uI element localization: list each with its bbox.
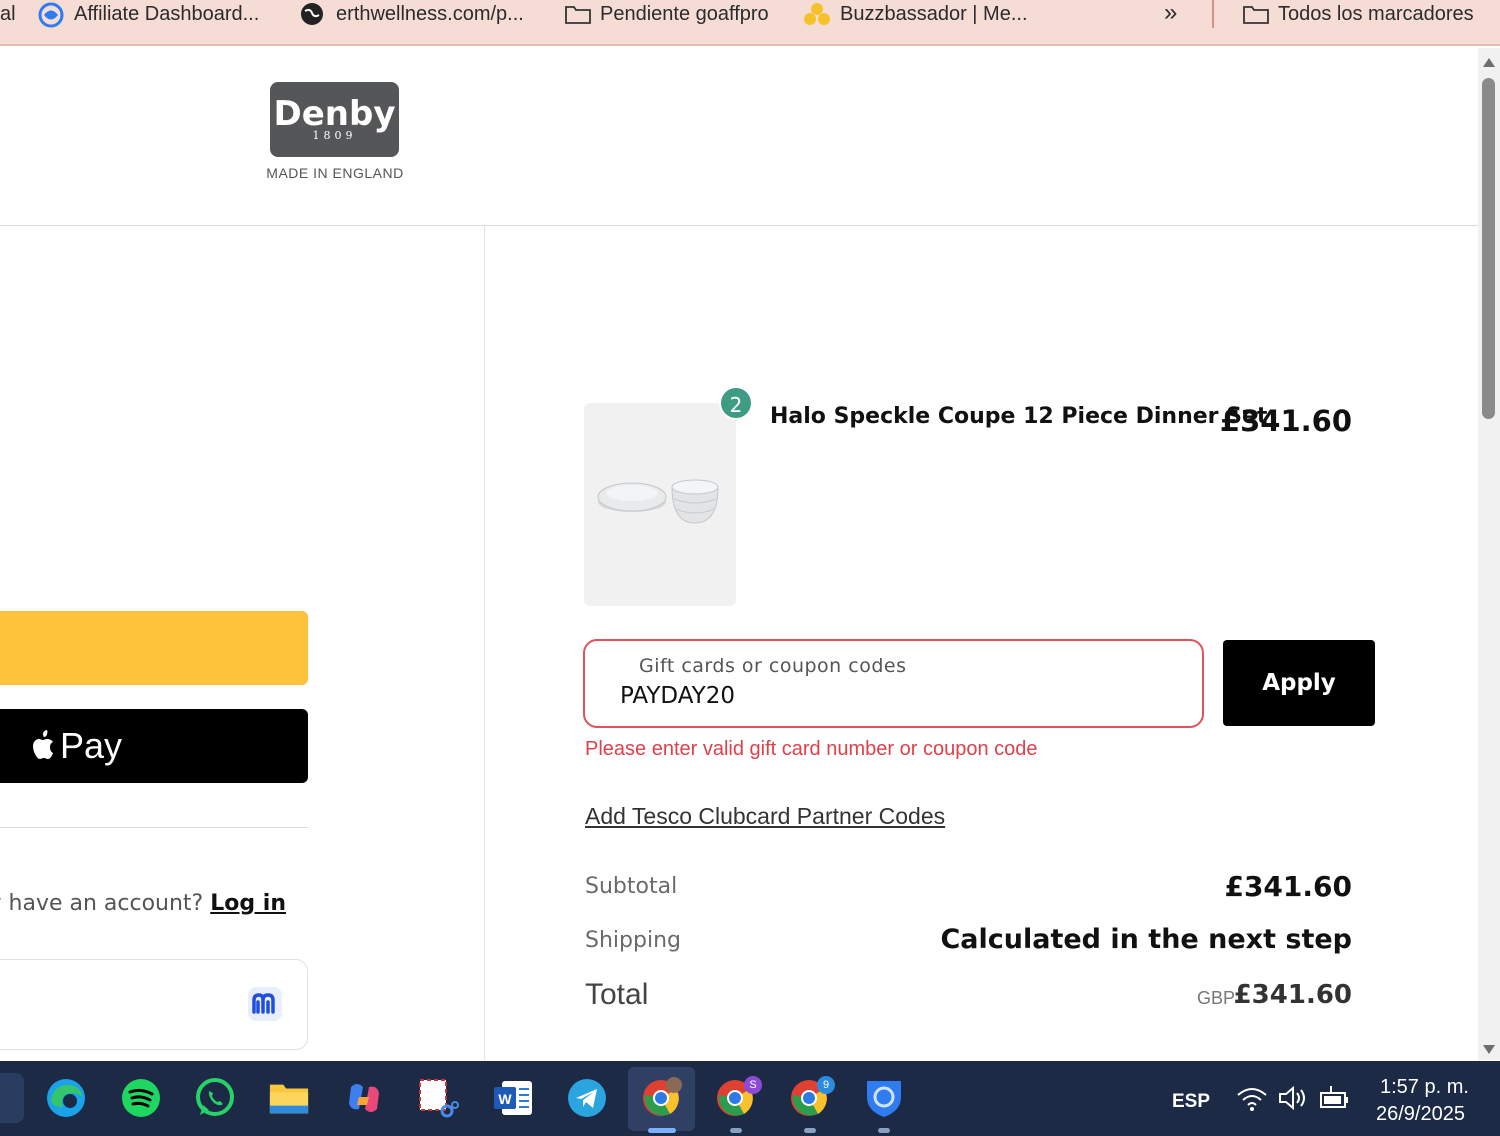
chrome-icon[interactable] [640, 1077, 682, 1119]
coupon-field[interactable]: Gift cards or coupon codes [583, 639, 1204, 728]
bookmark-affiliate-dashboard[interactable]: Affiliate Dashboard... [38, 1, 260, 28]
apple-pay-label: Pay [60, 725, 123, 766]
total-currency: GBP [1196, 988, 1235, 1008]
globe-icon [300, 2, 324, 26]
spotify-icon[interactable] [120, 1077, 162, 1119]
bookmark-label: Todos los marcadores [1278, 2, 1474, 25]
chrome-profile-badge: S [744, 1076, 762, 1094]
coupon-input[interactable] [620, 683, 1160, 709]
dinner-set-image [597, 479, 719, 524]
brand-logo[interactable]: Denby 1809 [270, 82, 399, 157]
bookmark-label: Pendiente goaffpro [600, 2, 769, 25]
subtotal-value: £341.60 [1224, 870, 1352, 903]
bookmark-buzzbassador[interactable]: Buzzbassador | Me... [804, 1, 1028, 27]
snipping-tool-icon[interactable] [417, 1077, 459, 1119]
account-prompt-text: dy have an account? [0, 891, 204, 916]
product-name: Halo Speckle Coupe 12 Piece Dinner Set [770, 404, 1268, 429]
edge-icon[interactable] [45, 1077, 87, 1119]
product-thumbnail [584, 403, 736, 606]
page-scrollbar[interactable] [1478, 48, 1500, 1060]
brand-tagline: MADE IN ENGLAND [266, 165, 404, 181]
password-manager-icon[interactable] [247, 986, 283, 1022]
whatsapp-icon[interactable] [194, 1077, 236, 1119]
copilot-icon[interactable] [343, 1077, 385, 1119]
bookmark-all-bookmarks[interactable]: Todos los marcadores [1242, 1, 1474, 27]
column-divider [484, 226, 485, 1060]
coupon-field-label: Gift cards or coupon codes [639, 655, 907, 677]
bookmark-erthwellness[interactable]: erthwellness.com/p... [300, 1, 524, 27]
brand-name: Denby [273, 94, 396, 134]
shipping-value: Calculated in the next step [940, 924, 1352, 955]
total-value: £341.60 [1233, 980, 1352, 1010]
windows-taskbar: W S 9 ESP 1:57 p. m. 26/9/2025 [0, 1061, 1500, 1136]
product-price: £341.60 [1219, 404, 1352, 438]
express-checkout-yellow-button[interactable] [0, 611, 308, 685]
folder-icon [564, 2, 591, 26]
scroll-down-arrow-icon[interactable] [1483, 1045, 1495, 1054]
bookmarks-overflow-button[interactable]: » [1164, 0, 1177, 26]
app-running-indicator [804, 1128, 816, 1133]
battery-icon[interactable] [1317, 1083, 1353, 1113]
volume-icon[interactable] [1276, 1083, 1312, 1113]
wifi-icon[interactable] [1234, 1083, 1270, 1113]
subtotal-label: Subtotal [585, 874, 678, 899]
coupon-error-message: Please enter valid gift card number or c… [585, 738, 1038, 760]
chevron-double-right-icon: » [1164, 0, 1178, 26]
apple-pay-button[interactable]: Pay [0, 709, 308, 783]
swirl-icon [38, 2, 64, 28]
bees-icon [804, 2, 830, 26]
checkout-page: Denby 1809 MADE IN ENGLAND Pay dy have a… [0, 48, 1478, 1060]
word-icon[interactable]: W [492, 1077, 534, 1119]
bookmark-label: Affiliate Dashboard... [74, 2, 260, 25]
scrollbar-thumb[interactable] [1482, 78, 1495, 419]
shield-icon[interactable] [863, 1077, 905, 1119]
bookmark-label: erthwellness.com/p... [336, 2, 524, 25]
app-running-indicator [878, 1128, 890, 1133]
apple-icon [33, 730, 53, 759]
clock-time[interactable]: 1:57 p. m. [1380, 1076, 1469, 1099]
scroll-up-arrow-icon[interactable] [1483, 58, 1495, 67]
folder-icon [1242, 2, 1269, 26]
quantity-badge: 2 [719, 386, 753, 420]
bookmarks-divider [1212, 0, 1214, 28]
bookmark-label: al [0, 2, 16, 25]
apply-coupon-button[interactable]: Apply [1223, 640, 1375, 726]
bookmarks-bar: al Affiliate Dashboard... erthwellness.c… [0, 0, 1500, 46]
bookmark-item-partial[interactable]: al [0, 1, 16, 27]
left-divider [0, 827, 308, 828]
start-button[interactable] [0, 1073, 24, 1123]
app-running-indicator [730, 1128, 742, 1133]
language-indicator[interactable]: ESP [1172, 1091, 1210, 1113]
tesco-clubcard-link[interactable]: Add Tesco Clubcard Partner Codes [585, 803, 945, 830]
svg-text:W: W [498, 1091, 512, 1107]
login-link[interactable]: Log in [210, 891, 286, 916]
header-divider [0, 225, 1478, 226]
email-field[interactable] [0, 959, 308, 1050]
total-label: Total [585, 978, 649, 1011]
bookmark-pendiente-goaffpro[interactable]: Pendiente goaffpro [564, 1, 769, 27]
telegram-icon[interactable] [566, 1077, 608, 1119]
active-app-indicator [648, 1128, 676, 1133]
chrome-profile-badge: 9 [817, 1076, 835, 1094]
clock-date[interactable]: 26/9/2025 [1376, 1103, 1465, 1126]
account-prompt: dy have an account? Log in [0, 891, 286, 916]
bookmark-label: Buzzbassador | Me... [840, 2, 1028, 25]
file-explorer-icon[interactable] [268, 1077, 310, 1119]
shipping-label: Shipping [585, 928, 681, 953]
